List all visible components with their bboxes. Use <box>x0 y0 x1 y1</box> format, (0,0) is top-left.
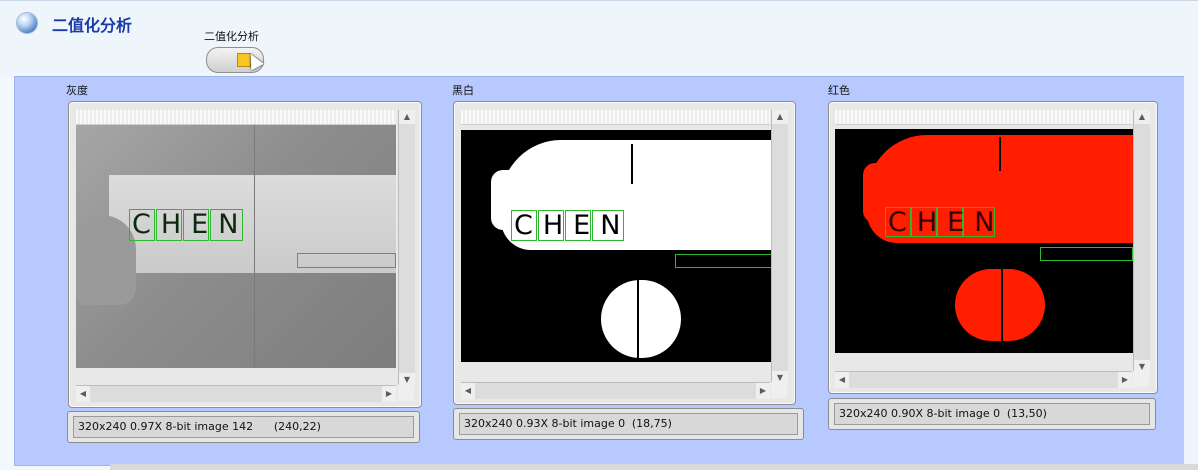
ocr-text: CHEN <box>888 207 1005 238</box>
binarize-tool-label: 二值化分析 <box>204 30 259 43</box>
white-blob <box>601 280 681 358</box>
red-status: 320x240 0.90X 8-bit image 0 (13,50) <box>828 398 1156 430</box>
ruler <box>76 110 396 125</box>
scroll-left-icon[interactable]: ◀ <box>835 372 849 388</box>
vertical-scrollbar[interactable]: ▲ ▼ <box>398 110 415 387</box>
scroll-right-icon[interactable]: ▶ <box>382 386 396 402</box>
status-text: 320x240 0.93X 8-bit image 0 (18,75) <box>464 417 672 430</box>
bottom-scrollbar[interactable] <box>110 464 1198 470</box>
status-text: 320x240 0.97X 8-bit image 142 (240,22) <box>78 420 321 433</box>
roi-box <box>675 254 771 268</box>
vertical-scrollbar[interactable]: ▲ ▼ <box>771 110 788 385</box>
grayscale-image[interactable]: CHEN <box>76 125 396 368</box>
scroll-up-icon[interactable]: ▲ <box>1134 110 1150 124</box>
paper-fold <box>254 125 255 368</box>
scroll-corner <box>1133 371 1149 387</box>
grayscale-status: 320x240 0.97X 8-bit image 142 (240,22) <box>67 411 420 443</box>
hand-shape <box>76 215 136 305</box>
ocr-text: CHEN <box>132 209 249 240</box>
dark-line <box>631 144 633 184</box>
red-blob <box>955 269 1045 341</box>
scroll-up-icon[interactable]: ▲ <box>772 110 788 124</box>
red-viewer[interactable]: ▲ ▼ ◀ ▶ CHEN <box>828 101 1158 394</box>
scroll-left-icon[interactable]: ◀ <box>76 386 90 402</box>
bw-label: 黑白 <box>452 84 474 97</box>
ruler <box>835 110 1132 125</box>
grayscale-label: 灰度 <box>66 84 88 97</box>
red-image[interactable]: CHEN <box>835 129 1133 353</box>
scroll-right-icon[interactable]: ▶ <box>756 383 770 399</box>
page-title: 二值化分析 <box>52 16 133 35</box>
bw-image[interactable]: CHEN <box>461 130 771 362</box>
vertical-scrollbar[interactable]: ▲ ▼ <box>1133 110 1150 374</box>
horizontal-scrollbar[interactable]: ◀ ▶ <box>76 385 396 402</box>
dark-line <box>999 137 1001 171</box>
right-edge <box>1184 76 1198 464</box>
scroll-left-icon[interactable]: ◀ <box>461 383 475 399</box>
ruler <box>461 110 770 125</box>
header-bar: 二值化分析 二值化分析 <box>0 0 1198 77</box>
dark-line <box>637 270 639 360</box>
bw-status: 320x240 0.93X 8-bit image 0 (18,75) <box>453 408 804 440</box>
dark-line <box>1001 259 1003 343</box>
bw-viewer[interactable]: ▲ ▼ ◀ ▶ CHEN <box>453 101 796 405</box>
ocr-text: CHEN <box>514 210 631 241</box>
scroll-right-icon[interactable]: ▶ <box>1118 372 1132 388</box>
grayscale-viewer[interactable]: ▲ ▼ ◀ ▶ CHEN <box>68 101 422 408</box>
horizontal-scrollbar[interactable]: ◀ ▶ <box>461 382 770 399</box>
scroll-corner <box>771 382 787 398</box>
roi-box <box>1040 247 1133 261</box>
horizontal-scrollbar[interactable]: ◀ ▶ <box>835 371 1132 388</box>
globe-icon <box>17 13 37 33</box>
scroll-corner <box>398 385 414 401</box>
status-text: 320x240 0.90X 8-bit image 0 (13,50) <box>839 407 1047 420</box>
scroll-up-icon[interactable]: ▲ <box>399 110 415 124</box>
roi-box <box>297 253 396 268</box>
red-label: 红色 <box>828 84 850 97</box>
